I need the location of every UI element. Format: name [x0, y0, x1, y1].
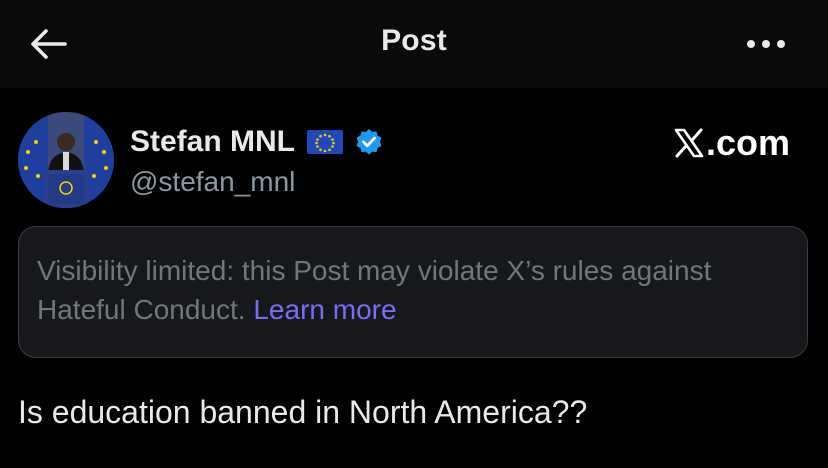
display-name[interactable]: Stefan MNL: [130, 125, 295, 159]
author-handle[interactable]: @stefan_mnl: [130, 166, 295, 198]
post-text: Is education banned in North America??: [18, 394, 588, 430]
x-com-watermark: .com: [674, 122, 790, 164]
top-bar: Post: [0, 0, 828, 88]
page-title: Post: [381, 24, 447, 57]
notice-body: Visibility limited: this Post may violat…: [37, 251, 789, 329]
learn-more-link[interactable]: Learn more: [253, 294, 396, 325]
visibility-notice: Visibility limited: this Post may violat…: [18, 226, 808, 358]
more-options-button[interactable]: [742, 24, 790, 64]
eu-flag-icon: [307, 130, 343, 154]
watermark-text: .com: [705, 122, 790, 163]
author-row: Stefan MNL: [130, 124, 383, 160]
verified-badge-icon[interactable]: [355, 128, 383, 156]
x-logo-icon: [674, 128, 704, 158]
more-horizontal-icon: [747, 40, 785, 48]
avatar[interactable]: [18, 112, 114, 208]
